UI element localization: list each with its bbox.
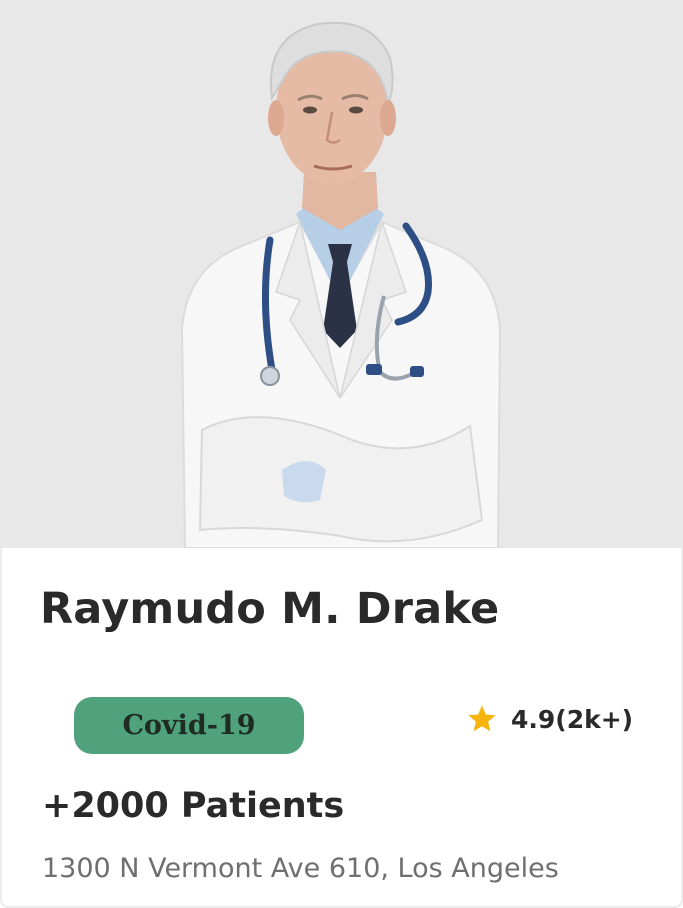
star-icon [468,705,496,732]
doctor-card[interactable]: Raymudo M. Drake Covid-19 4.9(2k+) +2000… [0,0,683,908]
doctor-address: 1300 N Vermont Ave 610, Los Angeles [42,853,559,884]
rating-value: 4.9(2k+) [511,704,634,734]
patients-count: +2000 Patients [42,786,345,826]
doctor-info-panel: Raymudo M. Drake Covid-19 4.9(2k+) +2000… [0,548,683,908]
doctor-name: Raymudo M. Drake [40,584,500,634]
doctor-photo [0,0,683,548]
specialty-label: Covid-19 [122,710,256,741]
specialty-badge: Covid-19 [74,697,304,754]
rating: 4.9(2k+) [466,701,633,737]
